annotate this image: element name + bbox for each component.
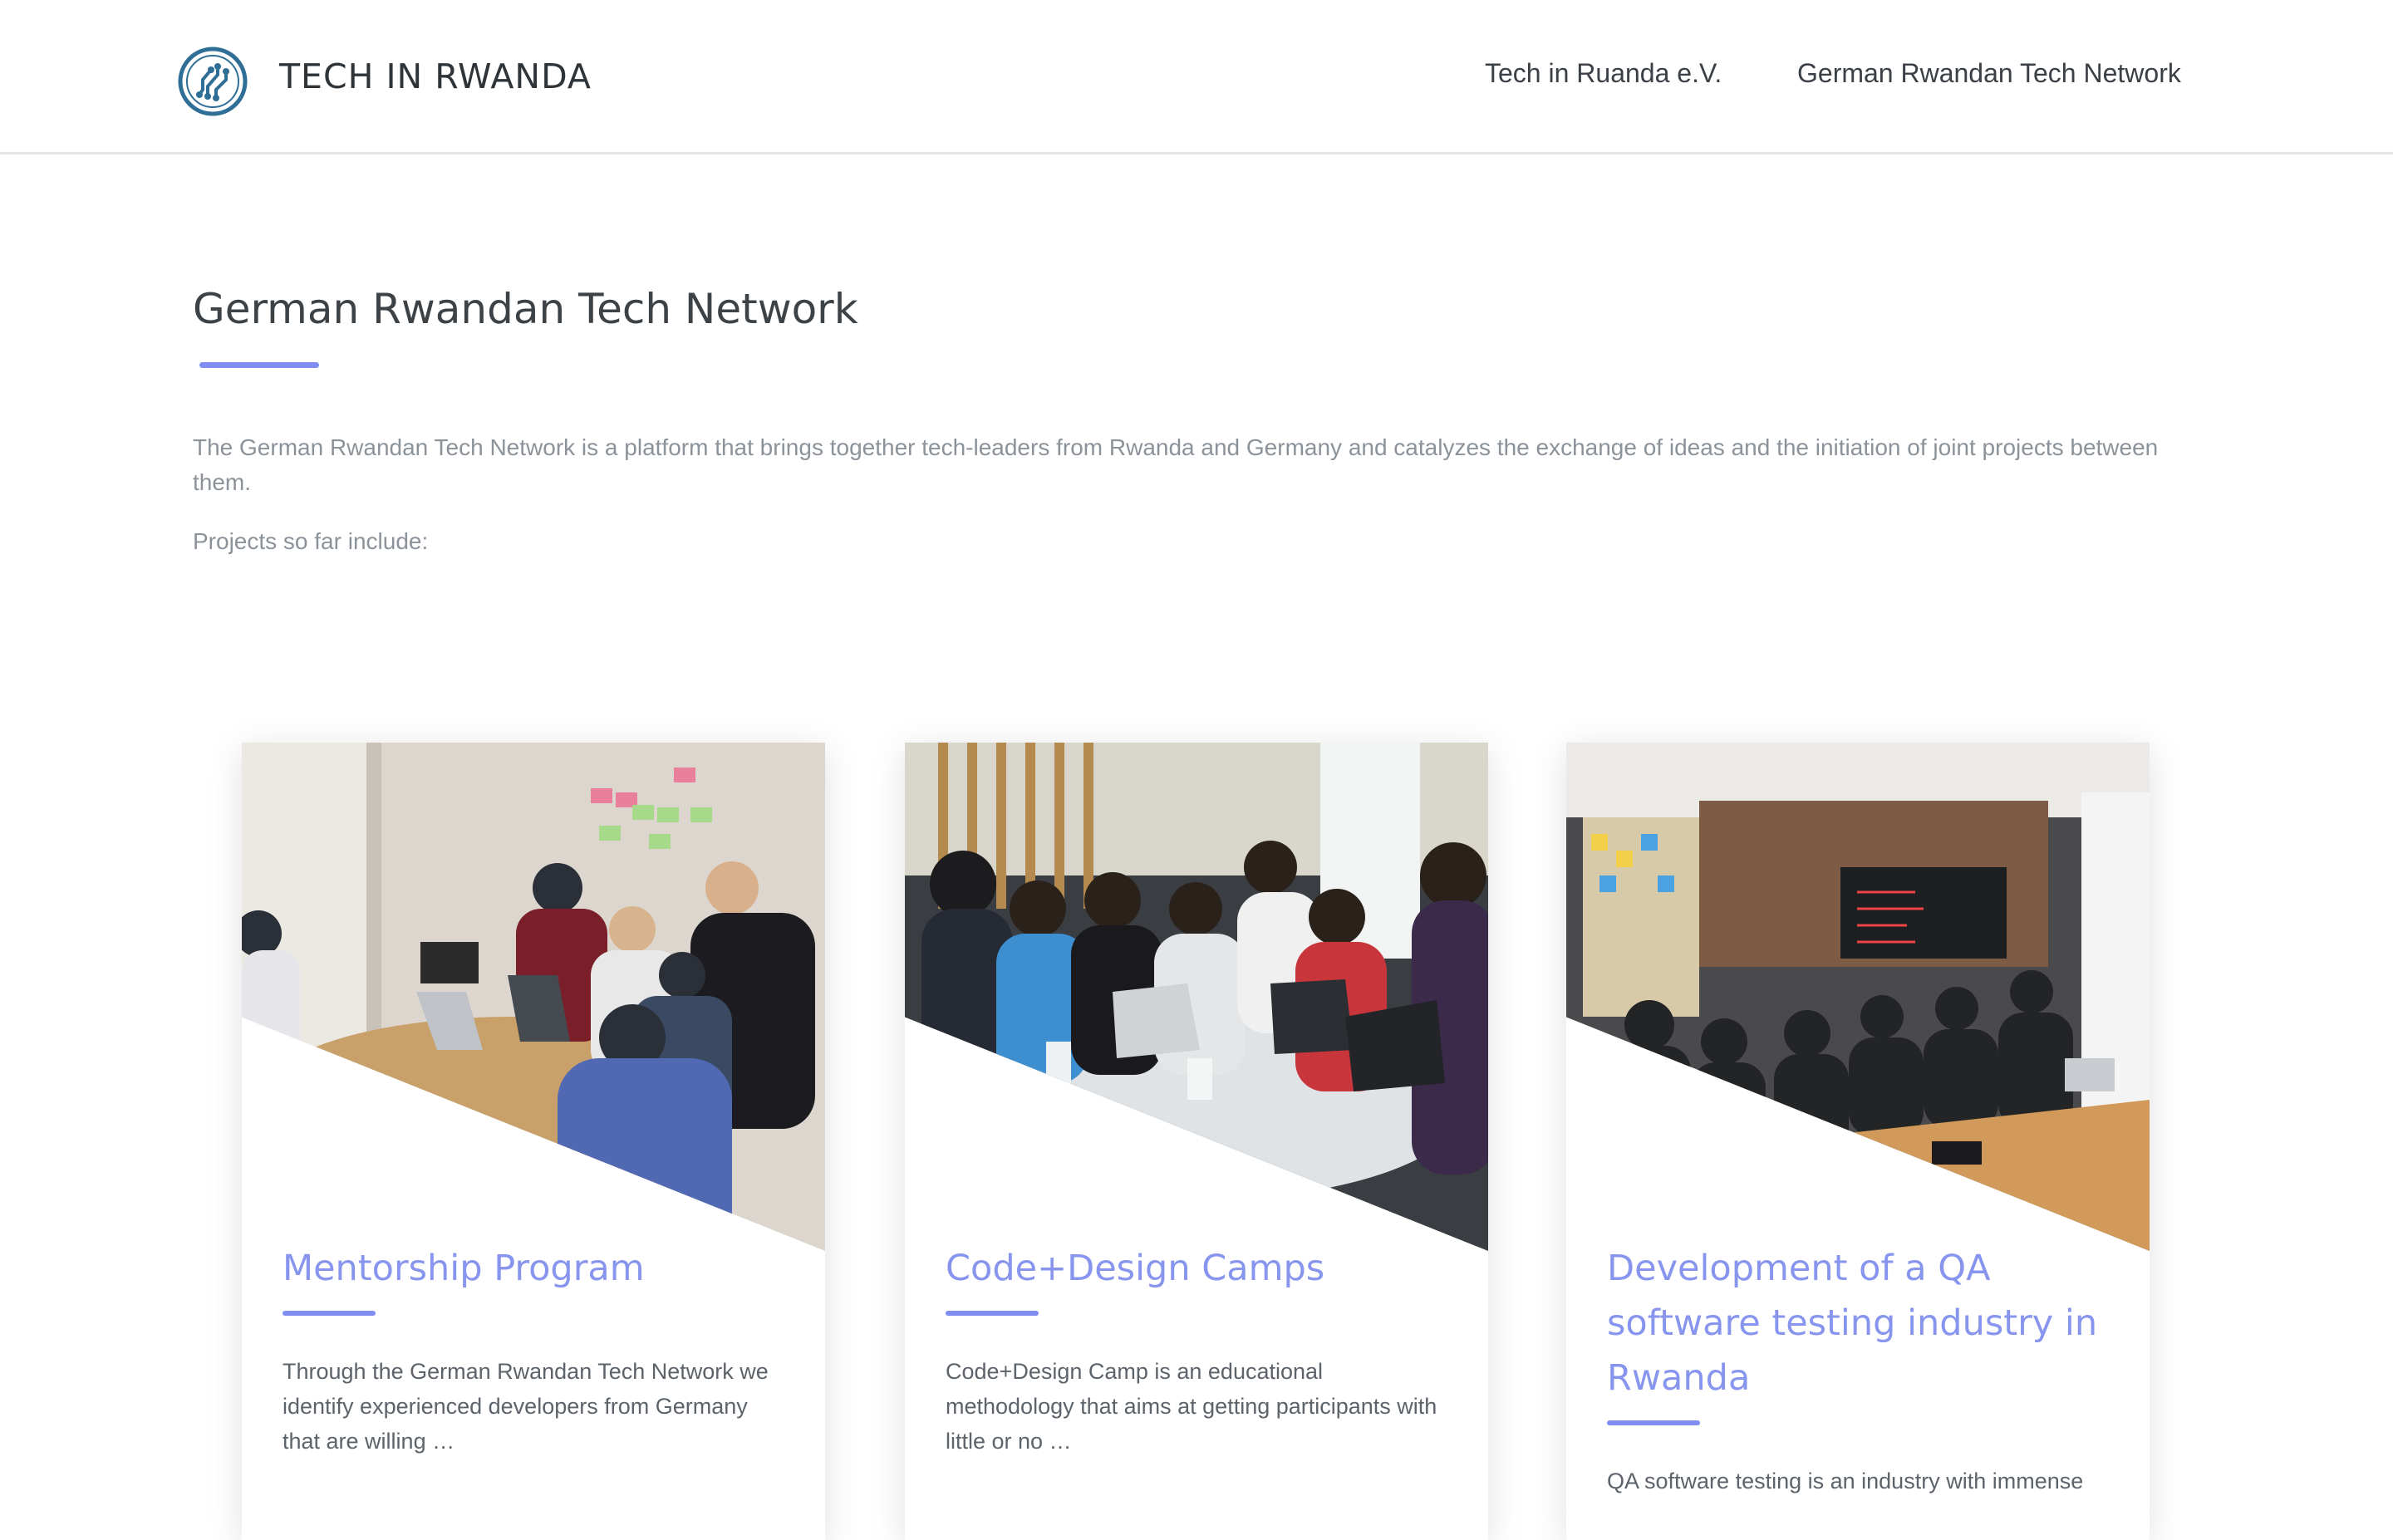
page-title: German Rwandan Tech Network xyxy=(193,285,858,333)
project-card-qa-testing[interactable]: Development of a QA software testing ind… xyxy=(1566,743,2150,1540)
nav-link-tech-in-ruanda[interactable]: Tech in Ruanda e.V. xyxy=(1485,55,1722,91)
card-image-code-design-camps[interactable] xyxy=(905,743,1488,1251)
card-excerpt: Code+Design Camp is an educational metho… xyxy=(946,1359,1437,1454)
card-title[interactable]: Code+Design Camps xyxy=(946,1241,1452,1296)
card-title[interactable]: Development of a QA software testing ind… xyxy=(1607,1241,2114,1405)
logo-icon[interactable] xyxy=(178,47,248,116)
project-card-code-design-camps[interactable]: Code+Design Camps Code+Design Camp is an… xyxy=(905,743,1488,1540)
site-title[interactable]: TECH IN RWANDA xyxy=(279,53,592,100)
title-underline xyxy=(199,362,319,368)
card-title[interactable]: Mentorship Program xyxy=(283,1241,789,1296)
card-title-underline xyxy=(1607,1420,1700,1425)
card-title-underline xyxy=(283,1311,376,1316)
project-card-mentorship[interactable]: Mentorship Program Through the German Rw… xyxy=(242,743,825,1540)
nav-link-german-rwandan-tech-network[interactable]: German Rwandan Tech Network xyxy=(1797,55,2181,91)
card-image-mentorship[interactable] xyxy=(242,743,825,1251)
intro-paragraph: The German Rwandan Tech Network is a pla… xyxy=(193,434,2159,495)
site-header: TECH IN RWANDA Tech in Ruanda e.V. Germa… xyxy=(0,0,2393,154)
card-image-qa-testing[interactable] xyxy=(1566,743,2150,1251)
card-excerpt: Through the German Rwandan Tech Network … xyxy=(283,1359,769,1454)
card-excerpt: QA software testing is an industry with … xyxy=(1607,1469,2084,1493)
card-title-underline xyxy=(946,1311,1039,1316)
projects-label: Projects so far include: xyxy=(193,528,429,554)
